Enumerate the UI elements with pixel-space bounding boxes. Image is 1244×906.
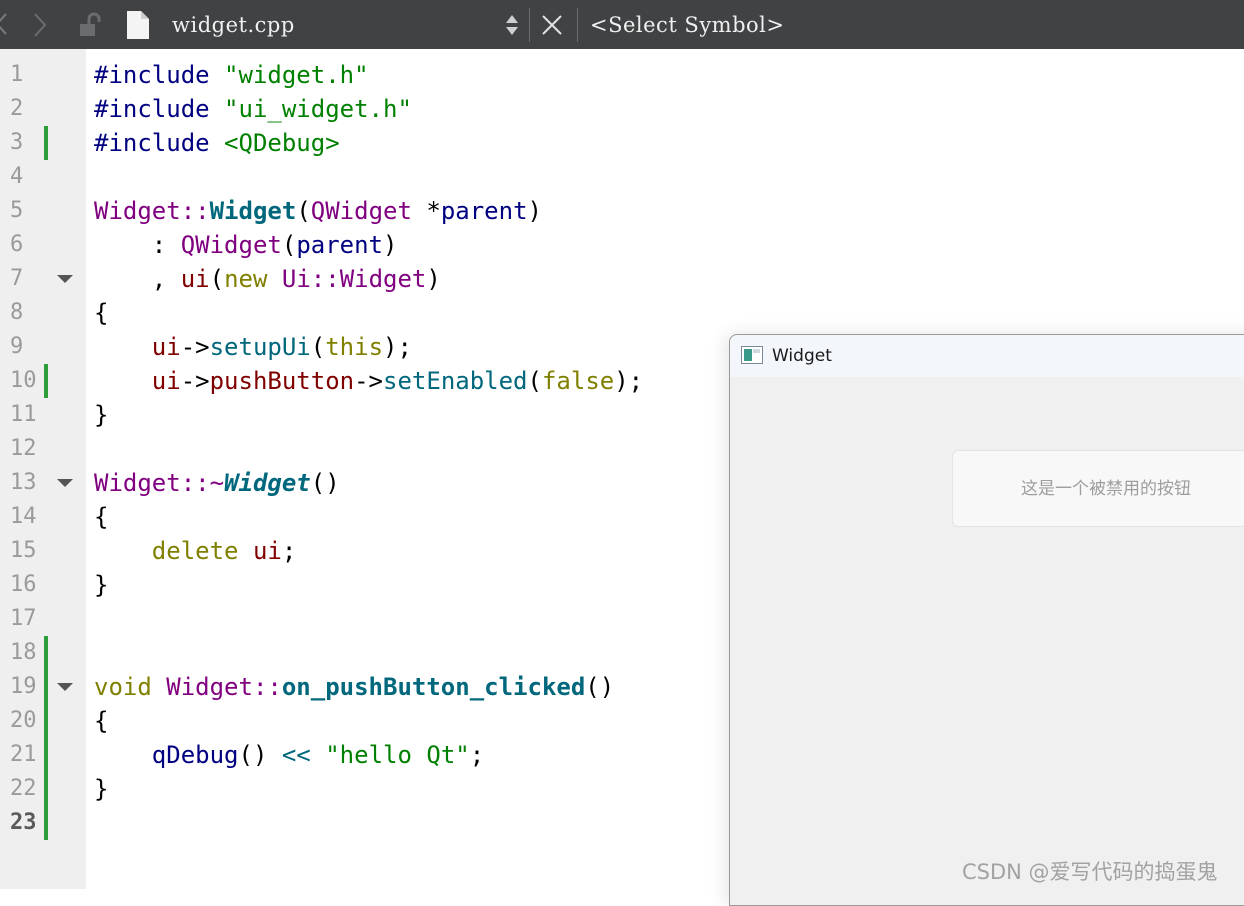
line-number: 18	[0, 636, 86, 670]
change-marker	[44, 704, 48, 738]
line-number: 5	[10, 198, 24, 223]
code-line: ui->setupUi(this);	[151, 333, 412, 361]
code-line: Widget::Widget(QWidget *parent)	[94, 197, 542, 225]
line-number: 22	[0, 772, 86, 806]
change-marker	[44, 364, 48, 398]
app-window-icon	[741, 346, 763, 364]
file-name-label[interactable]: widget.cpp	[172, 13, 295, 37]
change-marker	[44, 126, 48, 160]
line-number-current: 23	[0, 806, 86, 840]
code-line: delete ui;	[151, 537, 297, 565]
toolbar-separator	[529, 8, 530, 42]
change-marker	[44, 738, 48, 772]
toolbar-separator	[577, 8, 578, 42]
editor-toolbar: widget.cpp <Select Symbol>	[0, 0, 1244, 49]
code-editor[interactable]: #include "widget.h" #include "ui_widget.…	[94, 58, 734, 840]
line-number: 14	[10, 504, 37, 529]
code-line: #include "widget.h"	[94, 61, 369, 89]
line-number: 7	[0, 262, 86, 296]
code-line: }	[94, 401, 109, 429]
line-number: 11	[10, 402, 37, 427]
line-numbers: 1 2 3 4 5 6 7 8 9 10 11 12 13 14 15 16 1…	[0, 58, 86, 840]
line-number: 19	[0, 670, 86, 704]
line-number: 20	[0, 704, 86, 738]
line-number: 3	[0, 126, 86, 160]
back-arrow-icon[interactable]	[0, 12, 8, 36]
symbol-selector[interactable]: <Select Symbol>	[590, 13, 785, 37]
updown-arrows-icon[interactable]	[503, 12, 521, 38]
line-number: 8	[10, 300, 24, 325]
line-number: 12	[10, 436, 37, 461]
code-line: qDebug() << "hello Qt";	[151, 741, 485, 769]
fold-arrow-icon[interactable]	[57, 275, 73, 283]
line-number: 21	[0, 738, 86, 772]
code-line: #include <QDebug>	[94, 129, 340, 157]
watermark: CSDN @爱写代码的捣蛋鬼	[962, 860, 1218, 884]
lock-icon[interactable]	[78, 12, 104, 38]
line-number: 1	[10, 62, 24, 87]
change-marker	[44, 670, 48, 704]
disabled-push-button[interactable]: 这是一个被禁用的按钮	[952, 450, 1244, 527]
code-line: ui->pushButton->setEnabled(false);	[151, 367, 644, 395]
change-marker	[44, 636, 48, 670]
line-number: 15	[10, 538, 37, 563]
code-line: , ui(new Ui::Widget)	[94, 265, 441, 293]
close-icon[interactable]	[541, 14, 563, 36]
code-line: Widget::~Widget()	[94, 469, 340, 497]
line-number: 10	[0, 364, 86, 398]
line-number: 2	[10, 96, 24, 121]
change-marker	[44, 772, 48, 806]
code-line: {	[94, 707, 109, 735]
code-line: {	[94, 503, 109, 531]
code-line: #include "ui_widget.h"	[94, 95, 412, 123]
line-number: 17	[10, 606, 37, 631]
line-number: 9	[10, 334, 24, 359]
code-line: : QWidget(parent)	[94, 231, 398, 259]
line-number: 6	[10, 232, 24, 257]
code-line: }	[94, 775, 109, 803]
file-icon	[127, 11, 149, 39]
window-title: Widget	[772, 346, 832, 366]
code-line: {	[94, 299, 109, 327]
line-number: 4	[10, 164, 24, 189]
code-line: void Widget::on_pushButton_clicked()	[94, 673, 615, 701]
line-number: 16	[10, 572, 37, 597]
window-title-bar[interactable]: Widget	[730, 335, 1244, 377]
forward-arrow-icon[interactable]	[30, 12, 50, 38]
fold-arrow-icon[interactable]	[57, 683, 73, 691]
fold-arrow-icon[interactable]	[57, 479, 73, 487]
widget-window[interactable]: Widget 这是一个被禁用的按钮	[729, 334, 1244, 906]
code-line: }	[94, 571, 109, 599]
line-number: 13	[0, 466, 86, 500]
change-marker	[44, 806, 48, 840]
